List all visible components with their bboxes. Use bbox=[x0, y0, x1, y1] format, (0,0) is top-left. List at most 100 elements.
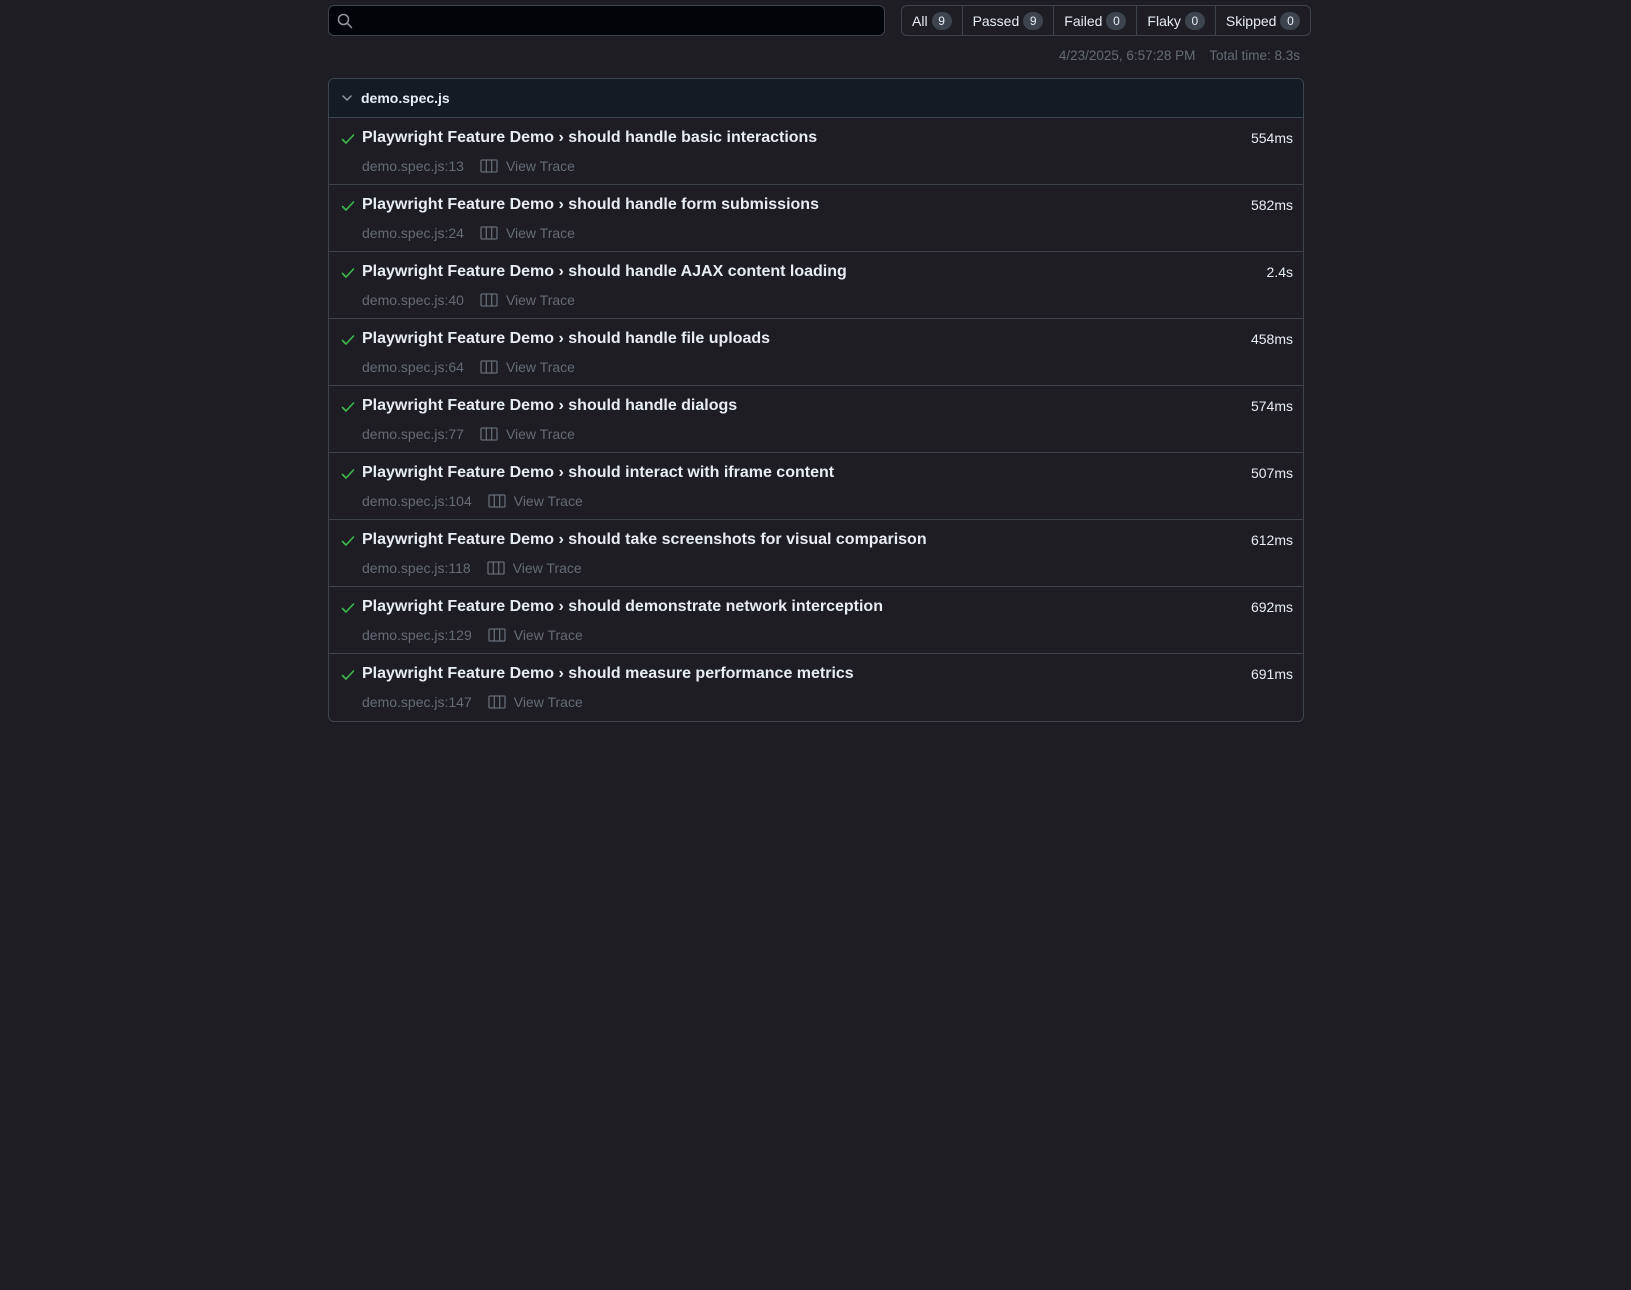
run-metadata: 4/23/2025, 6:57:28 PM Total time: 8.3s bbox=[1059, 48, 1300, 63]
view-trace-link[interactable]: View Trace bbox=[506, 292, 575, 308]
filter-failed[interactable]: Failed 0 bbox=[1054, 6, 1138, 35]
test-row[interactable]: Playwright Feature Demo › should measure… bbox=[329, 654, 1303, 721]
test-duration: 458ms bbox=[1250, 331, 1293, 347]
test-title[interactable]: Playwright Feature Demo › should handle … bbox=[362, 196, 819, 214]
test-location[interactable]: demo.spec.js:104 bbox=[362, 493, 472, 509]
view-trace-link[interactable]: View Trace bbox=[506, 225, 575, 241]
view-trace-link[interactable]: View Trace bbox=[514, 493, 583, 509]
filter-skipped[interactable]: Skipped 0 bbox=[1216, 6, 1311, 35]
test-row[interactable]: Playwright Feature Demo › should handle … bbox=[329, 319, 1303, 386]
check-icon bbox=[341, 670, 355, 680]
test-title[interactable]: Playwright Feature Demo › should handle … bbox=[362, 263, 847, 281]
test-title[interactable]: Playwright Feature Demo › should measure… bbox=[362, 665, 854, 683]
test-row[interactable]: Playwright Feature Demo › should handle … bbox=[329, 252, 1303, 319]
filter-count: 0 bbox=[1106, 11, 1127, 30]
test-title[interactable]: Playwright Feature Demo › should interac… bbox=[362, 464, 834, 482]
filter-count: 9 bbox=[1023, 11, 1044, 30]
test-location[interactable]: demo.spec.js:118 bbox=[362, 560, 471, 576]
check-icon bbox=[341, 201, 355, 211]
test-duration: 507ms bbox=[1250, 465, 1293, 481]
test-duration: 692ms bbox=[1250, 599, 1293, 615]
test-duration: 582ms bbox=[1250, 197, 1293, 213]
filter-count: 9 bbox=[931, 11, 952, 30]
test-title[interactable]: Playwright Feature Demo › should handle … bbox=[362, 129, 817, 147]
test-title[interactable]: Playwright Feature Demo › should take sc… bbox=[362, 531, 927, 549]
filter-label: Passed bbox=[972, 12, 1020, 29]
test-details: demo.spec.js:118 View Trace bbox=[362, 560, 582, 576]
test-location[interactable]: demo.spec.js:64 bbox=[362, 359, 464, 375]
filter-label: Flaky bbox=[1147, 12, 1181, 29]
check-icon bbox=[341, 134, 355, 144]
test-details: demo.spec.js:13 View Trace bbox=[362, 158, 575, 174]
trace-icon[interactable] bbox=[487, 560, 505, 576]
filter-count: 0 bbox=[1184, 11, 1205, 30]
filter-all[interactable]: All 9 bbox=[902, 6, 963, 35]
test-row[interactable]: Playwright Feature Demo › should demonst… bbox=[329, 587, 1303, 654]
view-trace-link[interactable]: View Trace bbox=[514, 694, 583, 710]
check-icon bbox=[341, 268, 355, 278]
filter-label: All bbox=[912, 12, 928, 29]
filter-count: 0 bbox=[1280, 11, 1301, 30]
run-timestamp: 4/23/2025, 6:57:28 PM bbox=[1058, 48, 1196, 63]
file-header[interactable]: demo.spec.js bbox=[329, 79, 1303, 118]
test-duration: 554ms bbox=[1250, 130, 1293, 146]
trace-icon[interactable] bbox=[488, 493, 506, 509]
trace-icon[interactable] bbox=[480, 426, 498, 442]
test-details: demo.spec.js:147 View Trace bbox=[362, 694, 583, 710]
test-details: demo.spec.js:104 View Trace bbox=[362, 493, 583, 509]
test-details: demo.spec.js:77 View Trace bbox=[362, 426, 575, 442]
trace-icon[interactable] bbox=[480, 292, 498, 308]
trace-icon[interactable] bbox=[488, 627, 506, 643]
test-row[interactable]: Playwright Feature Demo › should handle … bbox=[329, 118, 1303, 185]
report-container: All 9 Passed 9 Failed 0 Flaky 0 Skipped … bbox=[328, 0, 1312, 722]
status-filters: All 9 Passed 9 Failed 0 Flaky 0 Skipped … bbox=[901, 5, 1312, 36]
check-icon bbox=[341, 335, 355, 345]
total-time: Total time: 8.3s bbox=[1209, 48, 1300, 63]
test-list: Playwright Feature Demo › should handle … bbox=[329, 118, 1303, 721]
chevron-down-icon bbox=[342, 95, 352, 101]
test-duration: 612ms bbox=[1250, 532, 1293, 548]
trace-icon[interactable] bbox=[480, 359, 498, 375]
test-location[interactable]: demo.spec.js:24 bbox=[362, 225, 464, 241]
trace-icon[interactable] bbox=[480, 225, 498, 241]
view-trace-link[interactable]: View Trace bbox=[506, 359, 575, 375]
test-duration: 2.4s bbox=[1266, 264, 1293, 280]
test-duration: 574ms bbox=[1250, 398, 1293, 414]
test-location[interactable]: demo.spec.js:77 bbox=[362, 426, 464, 442]
view-trace-link[interactable]: View Trace bbox=[514, 627, 583, 643]
filter-label: Failed bbox=[1064, 12, 1103, 29]
view-trace-link[interactable]: View Trace bbox=[513, 560, 582, 576]
test-title[interactable]: Playwright Feature Demo › should handle … bbox=[362, 330, 770, 348]
search-input[interactable] bbox=[361, 6, 876, 37]
view-trace-link[interactable]: View Trace bbox=[506, 158, 575, 174]
test-location[interactable]: demo.spec.js:147 bbox=[362, 694, 472, 710]
top-bar: All 9 Passed 9 Failed 0 Flaky 0 Skipped … bbox=[328, 5, 1312, 41]
filter-label: Skipped bbox=[1225, 12, 1277, 29]
trace-icon[interactable] bbox=[480, 158, 498, 174]
test-title[interactable]: Playwright Feature Demo › should handle … bbox=[362, 397, 737, 415]
test-row[interactable]: Playwright Feature Demo › should interac… bbox=[329, 453, 1303, 520]
file-name: demo.spec.js bbox=[361, 90, 450, 106]
search-box[interactable] bbox=[328, 5, 885, 37]
test-details: demo.spec.js:129 View Trace bbox=[362, 627, 583, 643]
filter-flaky[interactable]: Flaky 0 bbox=[1137, 6, 1216, 35]
test-duration: 691ms bbox=[1250, 666, 1293, 682]
test-details: demo.spec.js:64 View Trace bbox=[362, 359, 575, 375]
test-row[interactable]: Playwright Feature Demo › should take sc… bbox=[329, 520, 1303, 587]
trace-icon[interactable] bbox=[488, 694, 506, 710]
test-row[interactable]: Playwright Feature Demo › should handle … bbox=[329, 386, 1303, 453]
check-icon bbox=[341, 603, 355, 613]
test-details: demo.spec.js:40 View Trace bbox=[362, 292, 575, 308]
test-details: demo.spec.js:24 View Trace bbox=[362, 225, 575, 241]
test-location[interactable]: demo.spec.js:13 bbox=[362, 158, 464, 174]
test-location[interactable]: demo.spec.js:129 bbox=[362, 627, 472, 643]
test-row[interactable]: Playwright Feature Demo › should handle … bbox=[329, 185, 1303, 252]
test-location[interactable]: demo.spec.js:40 bbox=[362, 292, 464, 308]
filter-passed[interactable]: Passed 9 bbox=[963, 6, 1055, 35]
check-icon bbox=[341, 402, 355, 412]
view-trace-link[interactable]: View Trace bbox=[506, 426, 575, 442]
check-icon bbox=[341, 536, 355, 546]
file-section: demo.spec.js Playwright Feature Demo › s… bbox=[328, 78, 1304, 722]
test-title[interactable]: Playwright Feature Demo › should demonst… bbox=[362, 598, 883, 616]
search-icon bbox=[337, 13, 353, 29]
